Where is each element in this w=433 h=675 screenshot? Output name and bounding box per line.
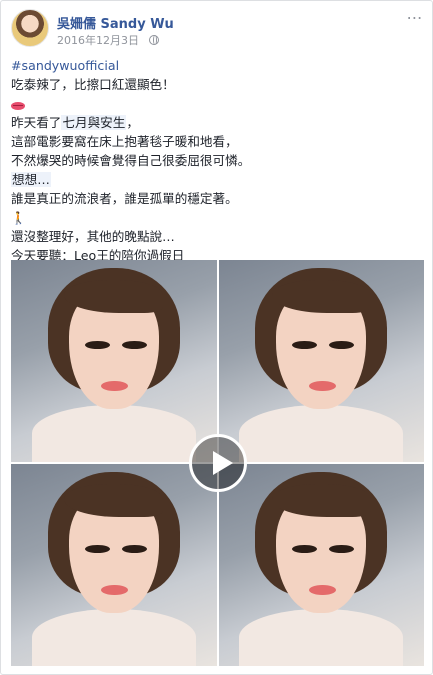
post-meta: 2016年12月3日 bbox=[57, 32, 159, 48]
video-frame-3 bbox=[11, 464, 217, 666]
hashtag-line: #sandywuofficial bbox=[11, 56, 422, 75]
hashtag-link[interactable]: #sandywuofficial bbox=[11, 58, 119, 73]
video-frame-4 bbox=[218, 464, 424, 666]
emoji-line-1 bbox=[11, 94, 422, 113]
post-header: 吳姍儒 Sandy Wu 2016年12月3日 ⋯ bbox=[11, 9, 423, 49]
author-name[interactable]: 吳姍儒 Sandy Wu bbox=[57, 13, 174, 32]
play-icon[interactable] bbox=[188, 434, 247, 492]
post-date[interactable]: 2016年12月3日 bbox=[57, 34, 139, 47]
text-line-9: 還沒整理好，其他的晚點說… bbox=[11, 227, 422, 246]
video-preview[interactable] bbox=[11, 260, 424, 666]
text-line-4: 這部電影要窩在床上抱著毯子暖和地看， bbox=[11, 132, 422, 151]
globe-icon bbox=[148, 35, 159, 45]
text-line-7-content: 誰是真正的流浪者，誰是孤單的穩定著。 bbox=[11, 191, 238, 206]
text-line-6: 想想… bbox=[11, 170, 422, 189]
facebook-post: 吳姍儒 Sandy Wu 2016年12月3日 ⋯ #sandywuoffici… bbox=[0, 0, 433, 675]
more-options-icon[interactable]: ⋯ bbox=[406, 10, 423, 27]
avatar[interactable] bbox=[11, 9, 49, 47]
kiss-lips-icon bbox=[11, 102, 25, 110]
text-line-9-content: 還沒整理好，其他的晚點說… bbox=[11, 229, 175, 244]
text-line-5: 不然爆哭的時候會覺得自己很委屈很可憐。 bbox=[11, 151, 422, 170]
emoji-line-2: 🚶 bbox=[11, 208, 422, 227]
video-frame-1 bbox=[11, 260, 217, 462]
text-line-3-suffix: ， bbox=[126, 115, 139, 130]
text-line-1-content: 吃泰辣了，比擦口紅還顯色！ bbox=[11, 77, 175, 92]
text-line-7: 誰是真正的流浪者，誰是孤單的穩定著。 bbox=[11, 189, 422, 208]
walking-person-icon: 🚶 bbox=[11, 211, 26, 225]
text-line-4-content: 這部電影要窩在床上抱著毯子暖和地看， bbox=[11, 134, 238, 149]
text-line-3-prefix: 昨天看了 bbox=[11, 115, 62, 130]
text-line-3: 昨天看了七月與安生， bbox=[11, 113, 422, 132]
video-frame-2 bbox=[218, 260, 424, 462]
movie-title-link[interactable]: 七月與安生 bbox=[61, 115, 127, 130]
text-line-5-content: 不然爆哭的時候會覺得自己很委屈很可憐。 bbox=[11, 153, 251, 168]
text-line-6-content: 想想… bbox=[11, 172, 51, 187]
text-line-1: 吃泰辣了，比擦口紅還顯色！ bbox=[11, 75, 422, 94]
post-text: #sandywuofficial 吃泰辣了，比擦口紅還顯色！ 昨天看了七月與安生… bbox=[11, 56, 422, 265]
